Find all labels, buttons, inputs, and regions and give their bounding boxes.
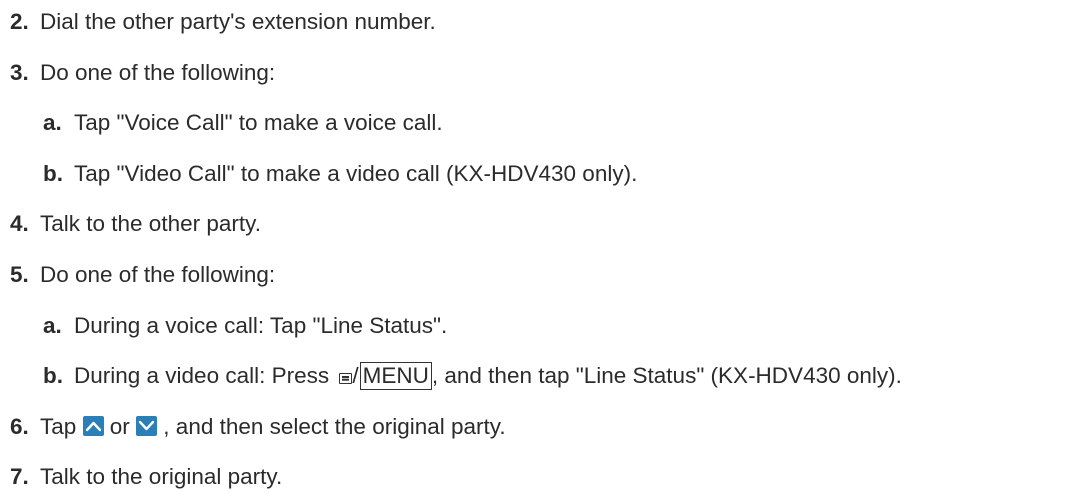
instruction-document: 2. Dial the other party's extension numb…	[0, 0, 1086, 489]
step-number: 7.	[10, 464, 29, 489]
slash-separator: /	[352, 363, 359, 388]
step-text: Do one of the following:	[40, 262, 276, 287]
step-text-mid: or	[103, 414, 137, 439]
substep-letter: a.	[43, 110, 62, 135]
step-text: Do one of the following:	[40, 60, 276, 85]
substep-letter: b.	[43, 161, 63, 186]
menu-icon	[339, 373, 353, 384]
step-number: 6.	[10, 414, 29, 439]
menu-key: MENU	[359, 362, 432, 390]
substep-text: During a voice call: Tap "Line Status".	[74, 313, 448, 338]
step-text: Dial the other party's extension number.	[40, 9, 436, 34]
substep-letter: b.	[43, 363, 63, 388]
step-number: 3.	[10, 60, 29, 85]
substep-letter: a.	[43, 313, 62, 338]
step-number: 5.	[10, 262, 29, 287]
step-text-before: Tap	[40, 414, 83, 439]
chevron-down-icon	[136, 416, 158, 436]
substep-text-before: During a video call: Press	[74, 363, 336, 388]
step-text-after: , and then select the original party.	[157, 414, 506, 439]
step-text: Talk to the original party.	[40, 464, 283, 489]
chevron-up-icon	[82, 416, 104, 436]
step-number: 2.	[10, 9, 29, 34]
substep-text: Tap "Video Call" to make a video call (K…	[74, 161, 638, 186]
substep-text-after: , and then tap "Line Status" (KX-HDV430 …	[431, 363, 902, 388]
substep-text: During a video call: Press / MENU, and th…	[74, 361, 902, 391]
step-number: 4.	[10, 211, 29, 236]
step-text: Tap or , and then select the original pa…	[40, 412, 506, 442]
substep-text: Tap "Voice Call" to make a voice call.	[74, 110, 443, 135]
step-text: Talk to the other party.	[40, 211, 261, 236]
